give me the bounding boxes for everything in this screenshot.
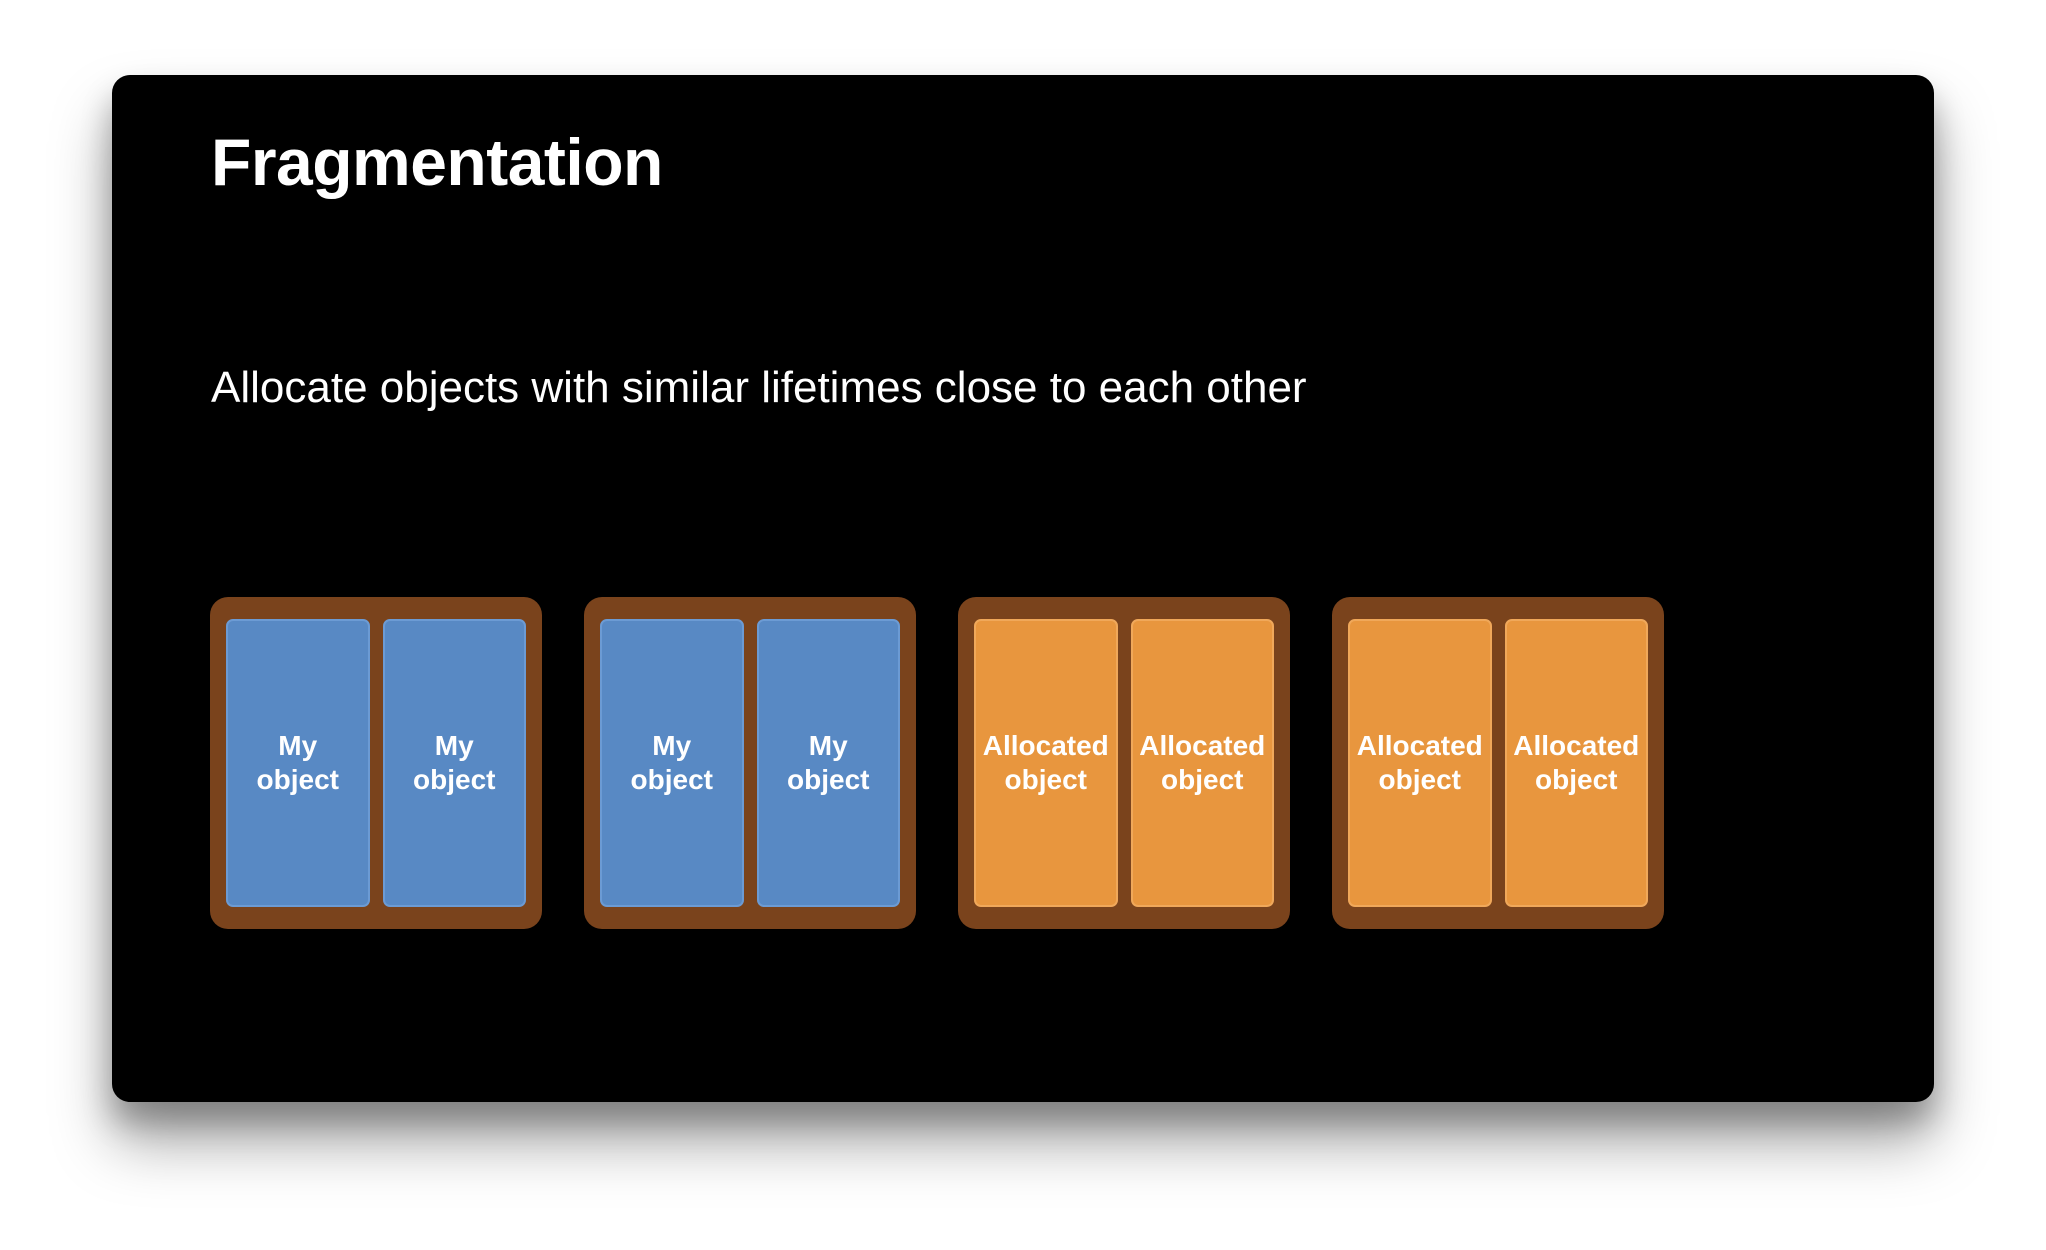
my-object: My object xyxy=(756,619,900,907)
allocated-object: Allocated object xyxy=(1130,619,1274,907)
slide: Fragmentation Allocate objects with simi… xyxy=(112,75,1934,1102)
memory-block: My object My object xyxy=(210,597,542,929)
allocated-object: Allocated object xyxy=(974,619,1118,907)
slide-subtitle: Allocate objects with similar lifetimes … xyxy=(211,363,1307,412)
slide-title: Fragmentation xyxy=(211,125,663,199)
memory-blocks: My object My object My object My object … xyxy=(210,597,1664,929)
my-object: My object xyxy=(226,619,370,907)
memory-block: Allocated object Allocated object xyxy=(958,597,1290,929)
my-object: My object xyxy=(600,619,744,907)
memory-block: My object My object xyxy=(584,597,916,929)
allocated-object: Allocated object xyxy=(1504,619,1648,907)
allocated-object: Allocated object xyxy=(1348,619,1492,907)
my-object: My object xyxy=(382,619,526,907)
memory-block: Allocated object Allocated object xyxy=(1332,597,1664,929)
stage: Fragmentation Allocate objects with simi… xyxy=(0,0,2046,1250)
